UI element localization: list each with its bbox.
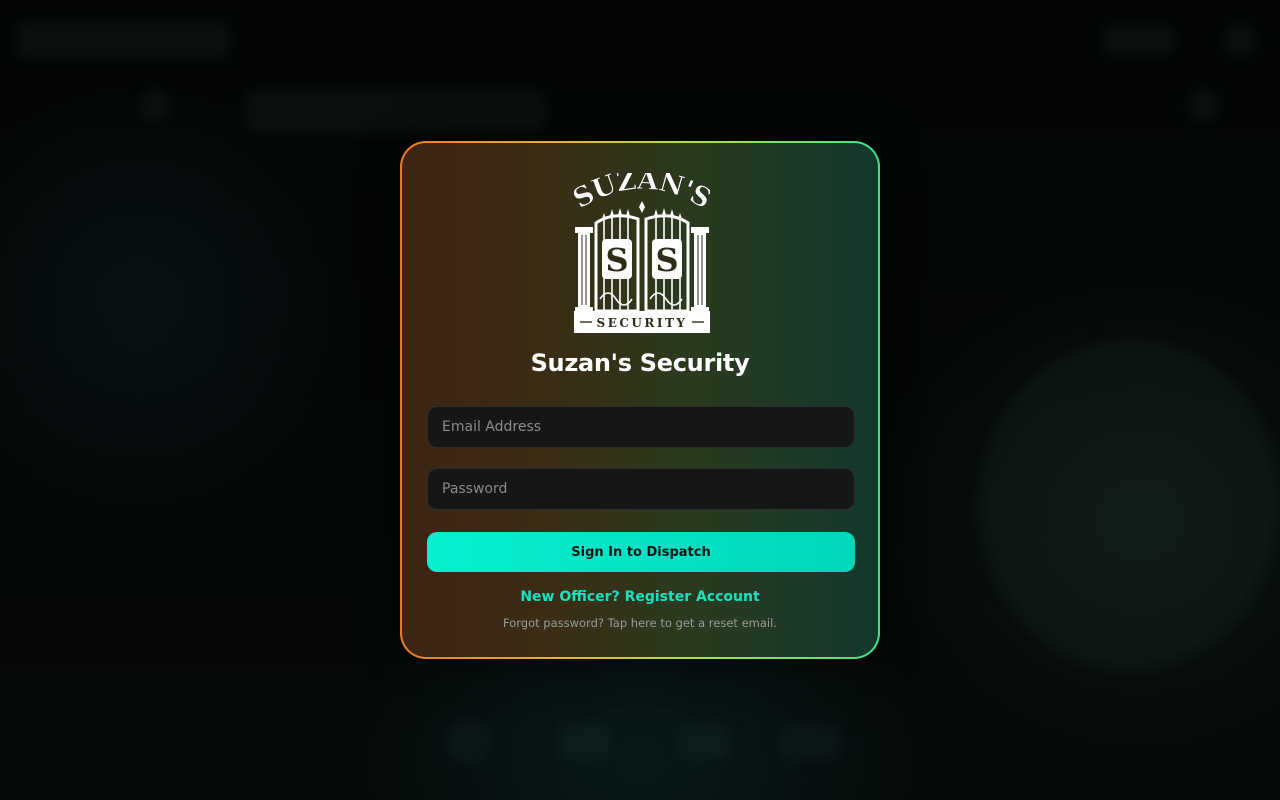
blurred-nav-item bbox=[560, 725, 610, 759]
logo-monogram-right: S bbox=[655, 241, 678, 279]
login-card: SUZAN'S bbox=[402, 143, 878, 657]
blurred-side-icon bbox=[1188, 90, 1218, 120]
gate-logo-icon: SUZAN'S bbox=[574, 173, 710, 333]
blurred-page-heading bbox=[246, 92, 546, 132]
blurred-nav-dot bbox=[446, 720, 490, 764]
blurred-map-ring bbox=[980, 340, 1280, 670]
forgot-password-link[interactable]: Forgot password? Tap here to get a reset… bbox=[402, 616, 878, 630]
email-field[interactable] bbox=[427, 406, 855, 448]
login-card-border: SUZAN'S bbox=[400, 141, 880, 659]
blurred-header-action bbox=[1104, 26, 1174, 54]
register-account-link[interactable]: New Officer? Register Account bbox=[402, 589, 878, 605]
password-field[interactable] bbox=[427, 468, 855, 510]
blurred-nav-item bbox=[780, 725, 840, 759]
blurred-header-logo bbox=[18, 22, 228, 58]
blurred-side-icon bbox=[140, 90, 170, 120]
page-title: Suzan's Security bbox=[530, 349, 750, 377]
logo-bottom-text: SECURITY bbox=[597, 316, 688, 330]
logo-monogram-left: S bbox=[605, 241, 628, 279]
sign-in-button[interactable]: Sign In to Dispatch bbox=[427, 532, 855, 572]
blurred-nav-item bbox=[680, 725, 730, 759]
blurred-header-avatar bbox=[1224, 24, 1256, 56]
